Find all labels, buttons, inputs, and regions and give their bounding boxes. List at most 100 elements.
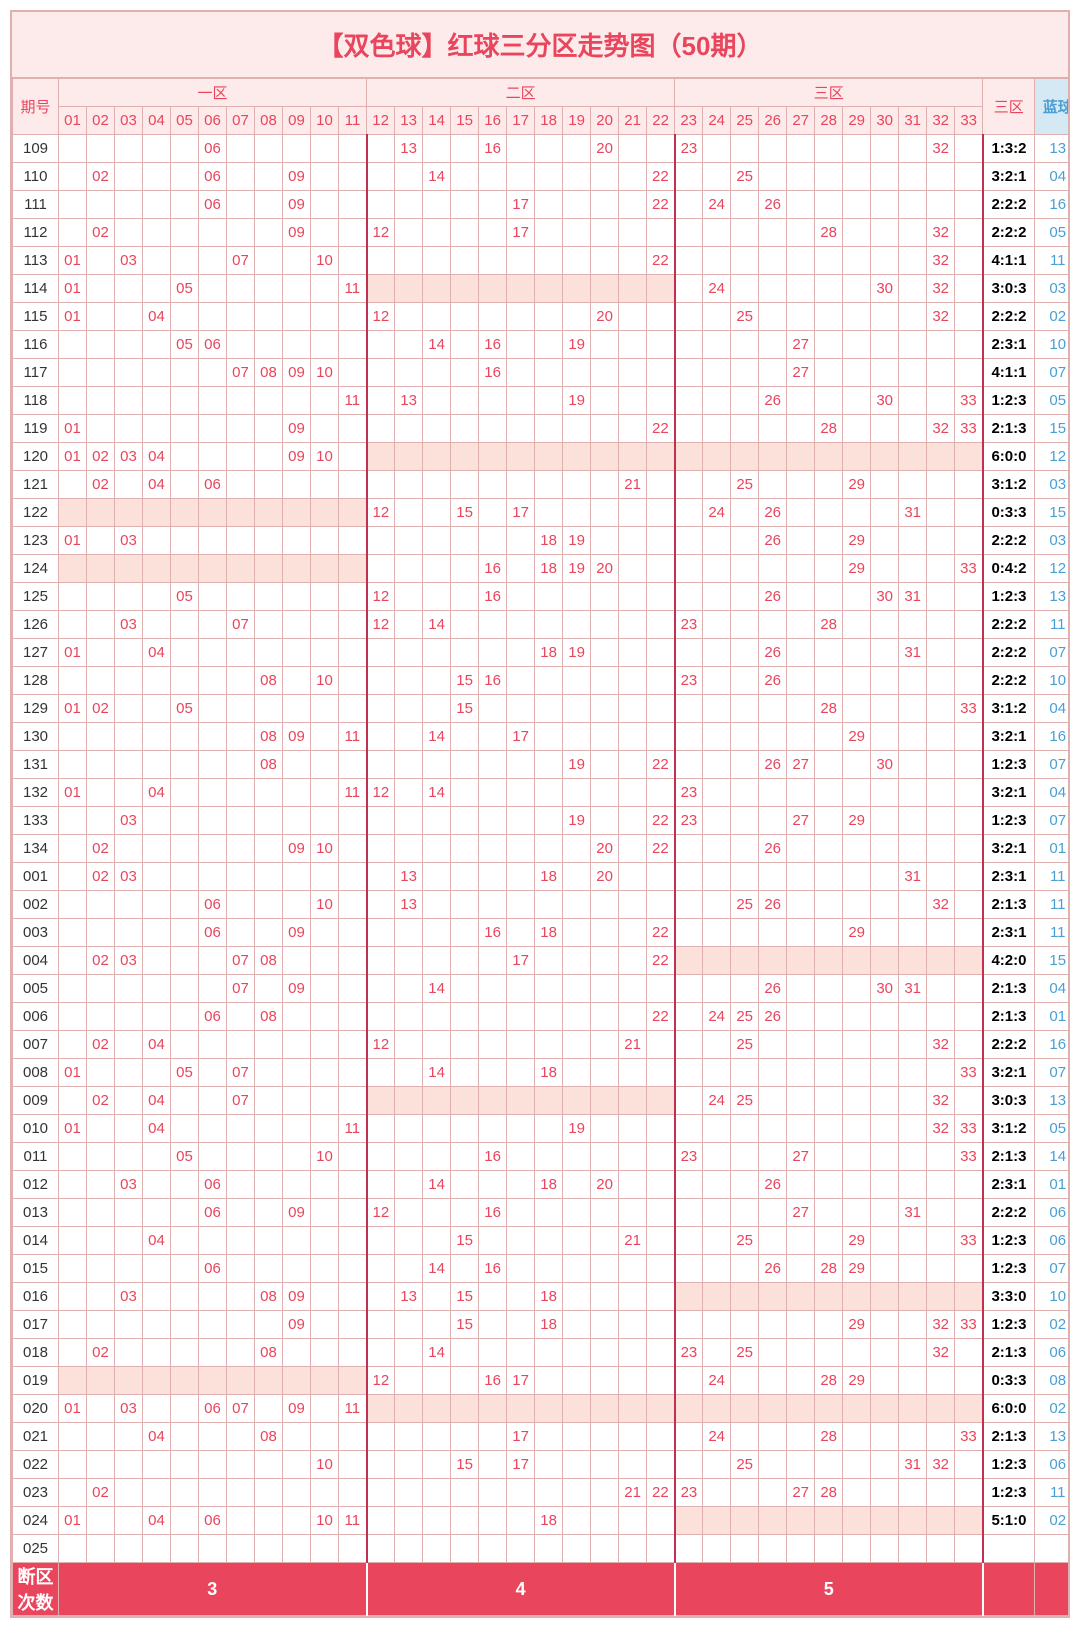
- cell-empty: .: [843, 1199, 871, 1227]
- cell-empty: .: [731, 359, 759, 387]
- cell-hit: 31: [899, 863, 927, 891]
- cell-empty: .: [87, 331, 115, 359]
- cell-empty: .: [395, 947, 423, 975]
- cell-empty: .: [395, 1255, 423, 1283]
- cell-empty: .: [283, 471, 311, 499]
- cell-empty: .: [871, 807, 899, 835]
- cell-empty: .: [255, 1059, 283, 1087]
- cell-hit: 22: [647, 1003, 675, 1031]
- cell-empty: .: [927, 471, 955, 499]
- cell-empty: .: [227, 415, 255, 443]
- cell-empty: .: [255, 1115, 283, 1143]
- cell-ratio: 2:2:2: [983, 527, 1035, 555]
- cell-empty: .: [871, 1283, 899, 1311]
- footer-zone-count-3: 5: [675, 1563, 983, 1616]
- cell-empty: .: [899, 1087, 927, 1115]
- cell-empty: .: [255, 695, 283, 723]
- cell-hit: 33: [955, 387, 983, 415]
- cell-empty: .: [675, 555, 703, 583]
- cell-empty: .: [367, 555, 395, 583]
- cell-empty: .: [815, 1339, 843, 1367]
- cell-ratio: 3:2:1: [983, 723, 1035, 751]
- cell-empty: .: [171, 1255, 199, 1283]
- cell-empty: .: [143, 415, 171, 443]
- cell-empty: .: [115, 975, 143, 1003]
- cell-hit: 09: [283, 975, 311, 1003]
- cell-empty: .: [283, 1003, 311, 1031]
- cell-empty: .: [647, 1395, 675, 1423]
- cell-empty: .: [339, 247, 367, 275]
- cell-empty: .: [479, 975, 507, 1003]
- cell-empty: .: [395, 639, 423, 667]
- cell-empty: .: [591, 359, 619, 387]
- cell-empty: .: [815, 779, 843, 807]
- cell-empty: .: [143, 1535, 171, 1563]
- cell-empty: .: [171, 891, 199, 919]
- cell-empty: .: [311, 779, 339, 807]
- cell-empty: .: [703, 947, 731, 975]
- cell-empty: .: [899, 1339, 927, 1367]
- cell-empty: .: [59, 1339, 87, 1367]
- cell-empty: .: [171, 555, 199, 583]
- cell-empty: .: [59, 387, 87, 415]
- cell-hit: 33: [955, 1115, 983, 1143]
- cell-empty: .: [535, 331, 563, 359]
- cell-hit: 29: [843, 1255, 871, 1283]
- cell-empty: .: [703, 163, 731, 191]
- cell-hit: 02: [87, 1479, 115, 1507]
- cell-empty: .: [899, 135, 927, 163]
- cell-empty: .: [787, 667, 815, 695]
- cell-empty: .: [815, 863, 843, 891]
- cell-empty: .: [703, 1227, 731, 1255]
- cell-empty: .: [703, 919, 731, 947]
- cell-empty: .: [423, 1031, 451, 1059]
- cell-empty: .: [927, 1283, 955, 1311]
- cell-hit: 24: [703, 1003, 731, 1031]
- cell-blue: 06: [1035, 1339, 1070, 1367]
- cell-empty: .: [423, 1507, 451, 1535]
- cell-empty: .: [535, 583, 563, 611]
- cell-empty: .: [227, 1423, 255, 1451]
- cell-empty: .: [283, 1143, 311, 1171]
- cell-empty: .: [199, 835, 227, 863]
- cell-empty: .: [143, 863, 171, 891]
- cell-empty: .: [647, 303, 675, 331]
- cell-empty: .: [479, 1283, 507, 1311]
- cell-empty: .: [59, 807, 87, 835]
- cell-empty: .: [367, 1255, 395, 1283]
- cell-empty: .: [591, 527, 619, 555]
- cell-empty: .: [591, 443, 619, 471]
- cell-hit: 06: [199, 331, 227, 359]
- cell-ratio: 3:2:1: [983, 779, 1035, 807]
- cell-empty: .: [311, 1255, 339, 1283]
- cell-empty: .: [423, 1535, 451, 1563]
- cell-empty: .: [339, 163, 367, 191]
- cell-blue: 07: [1035, 639, 1070, 667]
- cell-empty: .: [675, 1003, 703, 1031]
- cell-empty: .: [591, 499, 619, 527]
- cell-empty: .: [871, 1031, 899, 1059]
- cell-empty: .: [619, 443, 647, 471]
- cell-hit: 13: [395, 135, 423, 163]
- cell-hit: 22: [647, 947, 675, 975]
- cell-period: 002: [13, 891, 59, 919]
- cell-empty: .: [619, 1087, 647, 1115]
- cell-empty: .: [647, 135, 675, 163]
- cell-empty: .: [591, 751, 619, 779]
- cell-empty: .: [479, 611, 507, 639]
- cell-blue: 11: [1035, 891, 1070, 919]
- cell-empty: .: [927, 555, 955, 583]
- table-row: 124...............16.181920........29...…: [13, 555, 1071, 583]
- cell-hit: 19: [563, 527, 591, 555]
- cell-empty: .: [507, 639, 535, 667]
- cell-empty: .: [759, 359, 787, 387]
- cell-empty: .: [507, 1227, 535, 1255]
- cell-hit: 14: [423, 611, 451, 639]
- cell-ratio: 2:1:3: [983, 1143, 1035, 1171]
- cell-empty: .: [507, 359, 535, 387]
- cell-empty: .: [927, 1171, 955, 1199]
- cell-empty: .: [815, 303, 843, 331]
- cell-hit: 13: [395, 1283, 423, 1311]
- cell-empty: .: [703, 863, 731, 891]
- cell-blue: 15: [1035, 499, 1070, 527]
